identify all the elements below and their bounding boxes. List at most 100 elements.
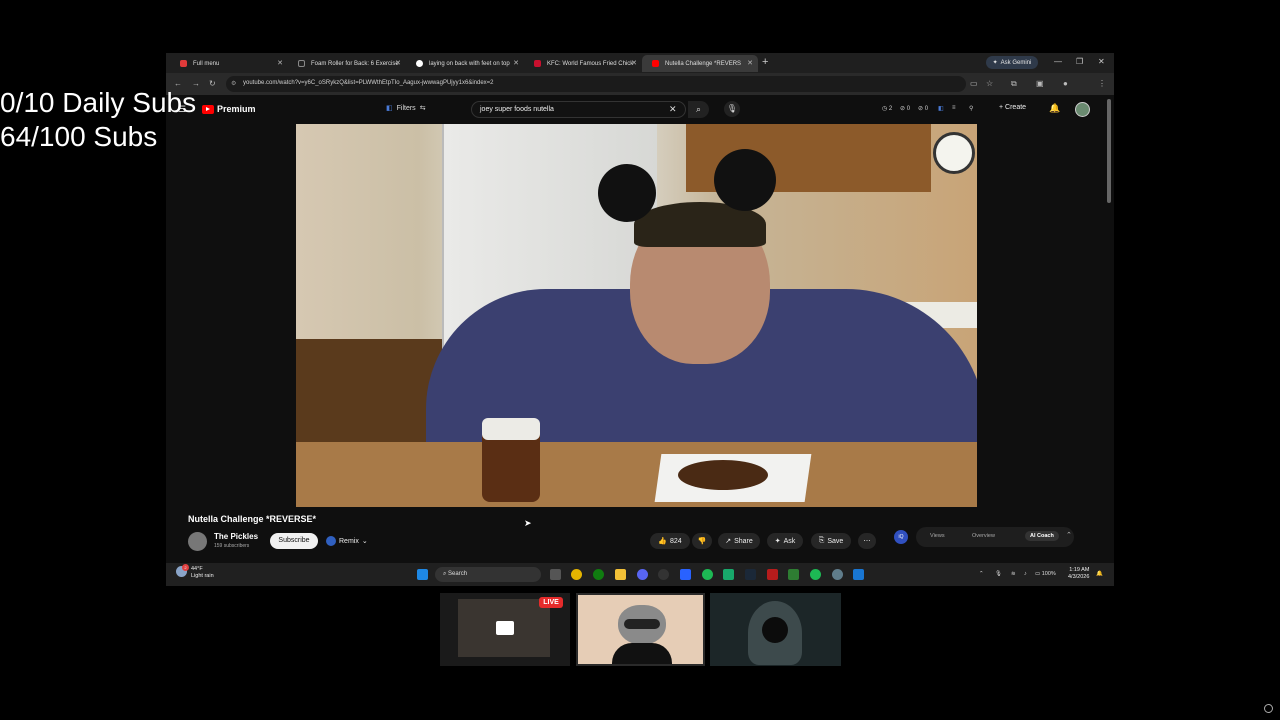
wifi-icon[interactable]: ≋: [1011, 571, 1016, 577]
xbox-icon[interactable]: [593, 569, 604, 580]
bookmark-star-icon[interactable]: ☆: [986, 79, 993, 88]
task-view-icon[interactable]: [550, 569, 561, 580]
windows-start-icon[interactable]: [417, 569, 428, 580]
battery-level: 100%: [1041, 571, 1056, 577]
bookmark-icon: ⎘: [818, 537, 825, 544]
taskbar-search[interactable]: ⌕ Search: [435, 567, 541, 582]
ask-button[interactable]: ✦ Ask: [767, 533, 803, 549]
kfc-favicon-icon: [534, 60, 541, 67]
app-icon[interactable]: [853, 569, 864, 580]
tab-laying-on-back[interactable]: laying on back with feet on top ✕: [406, 55, 524, 72]
video-title: Nutella Challenge *REVERSE*: [188, 514, 317, 524]
tab-label: Nutella Challenge *REVERS: [665, 60, 742, 67]
search-icon: ⌕: [695, 104, 702, 114]
tab-label: KFC: World Famous Fried Chick: [547, 60, 634, 67]
site-info-icon[interactable]: ⚙: [231, 80, 236, 87]
remix-button[interactable]: Remix ⌄: [326, 536, 368, 546]
system-clock[interactable]: 1:19 AM 4/3/2026: [1068, 567, 1089, 581]
spotify-icon[interactable]: [810, 569, 821, 580]
minimize-icon[interactable]: —: [1054, 57, 1062, 66]
like-button[interactable]: 👍 824: [650, 533, 690, 549]
remix-icon: [326, 536, 336, 546]
close-window-icon[interactable]: ✕: [1098, 57, 1105, 66]
avatar[interactable]: [1075, 102, 1090, 117]
share-button[interactable]: ↗ Share: [718, 533, 760, 549]
ai-extension-icon[interactable]: iQ: [894, 530, 908, 544]
obs-icon[interactable]: [658, 569, 669, 580]
share-label: Share: [734, 537, 753, 545]
settings-gear-icon[interactable]: [832, 569, 843, 580]
close-icon[interactable]: ✕: [395, 59, 401, 67]
tab-full-menu[interactable]: Full menu ✕: [170, 55, 288, 72]
notifications-icon[interactable]: 🔔: [1096, 571, 1103, 577]
url-bar[interactable]: ⚙ youtube.com/watch?v=y6C_oSRykzQ&list=P…: [226, 76, 966, 92]
battery-indicator[interactable]: ▭ 100%: [1035, 571, 1056, 577]
steam-icon[interactable]: [745, 569, 756, 580]
tab-overview[interactable]: Overview: [972, 533, 995, 539]
channel-avatar[interactable]: [188, 532, 207, 551]
media-player-icon[interactable]: [723, 569, 734, 580]
chevron-up-icon[interactable]: ⌃: [979, 571, 984, 577]
reload-icon[interactable]: ↻: [209, 79, 216, 88]
filters-button[interactable]: ◧ Filters ⇆: [386, 104, 426, 113]
video-frame-table: [296, 442, 977, 507]
extension-icon[interactable]: ◧: [938, 105, 944, 112]
discord-icon[interactable]: [637, 569, 648, 580]
close-icon[interactable]: ✕: [631, 59, 637, 67]
video-player[interactable]: [296, 124, 977, 507]
create-button[interactable]: + Create: [999, 104, 1026, 111]
search-input[interactable]: joey super foods nutella: [471, 101, 686, 118]
app-icon[interactable]: [788, 569, 799, 580]
app-icon[interactable]: [767, 569, 778, 580]
save-button[interactable]: ⎘ Save: [811, 533, 851, 549]
sidebar-icon[interactable]: ▣: [1036, 79, 1044, 88]
voice-search-icon[interactable]: 🎙: [724, 101, 740, 117]
weather-temp: 44°F: [191, 566, 203, 572]
daily-subs-counter: 0/10 Daily Subs: [0, 87, 197, 118]
tab-foam-roller[interactable]: Foam Roller for Back: 6 Exercise ✕: [288, 55, 406, 72]
youtube-logo[interactable]: Premium: [202, 104, 256, 114]
ai-tab-switcher: Views Overview AI Coach: [916, 527, 1074, 547]
collapse-panel-icon[interactable]: ⌃: [1066, 531, 1072, 539]
spotify-icon[interactable]: [702, 569, 713, 580]
search-button[interactable]: ⌕: [688, 101, 709, 118]
extensions-icon[interactable]: ⧉: [1011, 79, 1017, 89]
stat-value: 0: [906, 106, 911, 112]
close-icon[interactable]: ✕: [513, 59, 519, 67]
chrome-icon[interactable]: [571, 569, 582, 580]
close-icon[interactable]: ✕: [747, 59, 753, 67]
more-actions-button[interactable]: ⋯: [858, 533, 876, 549]
file-explorer-icon[interactable]: [615, 569, 626, 580]
channel-name[interactable]: The Pickles: [214, 532, 258, 541]
thumbs-down-icon: 👎: [697, 538, 707, 545]
ask-gemini-button[interactable]: ✦ Ask Gemini: [986, 56, 1038, 69]
new-tab-button[interactable]: +: [762, 56, 768, 68]
microphone-icon[interactable]: 🎙: [995, 571, 1002, 577]
clock-date: 4/3/2026: [1068, 574, 1090, 580]
more-dots-icon: ⋯: [863, 538, 871, 545]
channel-subscriber-count: 159 subscribers: [214, 543, 250, 549]
video-frame-jar-lid: [482, 418, 540, 440]
subscribe-button[interactable]: Subscribe: [270, 533, 318, 549]
tab-ai-coach[interactable]: AI Coach: [1025, 531, 1059, 541]
pin-icon[interactable]: ⚲: [969, 105, 973, 112]
notifications-icon[interactable]: 🔔: [1049, 103, 1060, 114]
menu-dots-icon[interactable]: ⋮: [1098, 79, 1106, 88]
restore-icon[interactable]: ❐: [1076, 57, 1083, 66]
tab-views[interactable]: Views: [930, 533, 945, 539]
close-icon[interactable]: ✕: [277, 59, 283, 67]
app-icon[interactable]: [680, 569, 691, 580]
dislike-button[interactable]: 👎: [692, 533, 712, 549]
filters-label: Filters: [396, 104, 416, 112]
volume-icon[interactable]: ♪: [1024, 571, 1027, 577]
weather-widget[interactable]: 2 44°F Light rain: [176, 564, 214, 580]
profile-icon[interactable]: ●: [1063, 79, 1068, 88]
extension-icon[interactable]: ≡: [952, 105, 956, 111]
tab-nutella-challenge[interactable]: Nutella Challenge *REVERS ✕: [642, 55, 758, 72]
cast-icon[interactable]: ▭: [970, 79, 978, 88]
page-scrollbar[interactable]: [1107, 99, 1111, 203]
clock-time: 1:19 AM: [1069, 567, 1090, 573]
taskbar-search-label: Search: [448, 571, 468, 577]
clear-search-icon[interactable]: ✕: [669, 104, 677, 115]
tab-kfc[interactable]: KFC: World Famous Fried Chick ✕: [524, 55, 642, 72]
